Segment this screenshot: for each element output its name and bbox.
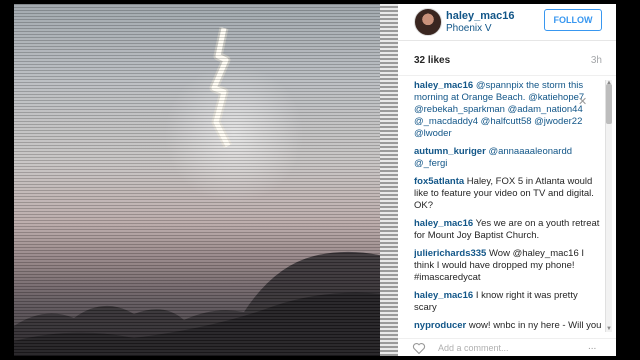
comment-item: julierichards335 Wow @haley_mac16 I thin…: [414, 248, 602, 284]
post-sidebar: haley_mac16 Phoenix V FOLLOW 32 likes 3h…: [398, 4, 616, 356]
post-time: 3h: [590, 55, 602, 66]
comment-item: haley_mac16 I know right it was pretty s…: [414, 290, 602, 314]
post-username[interactable]: haley_mac16: [446, 10, 515, 22]
follow-button[interactable]: FOLLOW: [544, 9, 602, 31]
screen-frame: haley_mac16 Phoenix V FOLLOW 32 likes 3h…: [0, 0, 640, 360]
comment-item: haley_mac16 Yes we are on a youth retrea…: [414, 218, 602, 242]
comment-username[interactable]: haley_mac16: [414, 290, 473, 301]
likes-count[interactable]: 32 likes: [414, 55, 450, 66]
comment-username[interactable]: nyproducer: [414, 320, 466, 331]
comment-username[interactable]: haley_mac16: [414, 80, 473, 91]
comment-item: haley_mac16 @spannpix the storm this mor…: [414, 80, 602, 140]
scrollbar-thumb[interactable]: [606, 84, 612, 124]
comment-item: autumn_kuriger @annaaaaleonardd @_fergi: [414, 146, 602, 170]
photo-edge-stripes: [380, 4, 398, 356]
post-photo[interactable]: [14, 4, 398, 356]
comment-list: haley_mac16 @spannpix the storm this mor…: [414, 80, 602, 332]
post-header: haley_mac16 Phoenix V FOLLOW: [398, 4, 616, 41]
comment-username[interactable]: julierichards335: [414, 248, 486, 259]
scroll-down-icon[interactable]: ▼: [605, 326, 613, 332]
comment-footer: Add a comment... ...: [398, 338, 616, 356]
comment-item: nyproducer wow! wnbc in ny here - Will y…: [414, 320, 602, 332]
more-options-icon[interactable]: ...: [588, 341, 596, 352]
right-letterbox: [616, 4, 626, 356]
heart-icon[interactable]: [412, 342, 426, 354]
post-location[interactable]: Phoenix V: [446, 23, 492, 34]
avatar[interactable]: [414, 8, 442, 36]
comments-scrollbar[interactable]: ▲ ▼: [605, 80, 612, 332]
comment-username[interactable]: haley_mac16: [414, 218, 473, 229]
comment-username[interactable]: autumn_kuriger: [414, 146, 486, 157]
close-icon[interactable]: ✕: [578, 95, 587, 108]
comment-username[interactable]: fox5atlanta: [414, 176, 464, 187]
comment-item: fox5atlanta Haley, FOX 5 in Atlanta woul…: [414, 176, 602, 212]
post-stats: 32 likes 3h: [398, 41, 616, 76]
add-comment-input[interactable]: Add a comment...: [438, 343, 509, 353]
scanline-overlay: [14, 4, 398, 356]
